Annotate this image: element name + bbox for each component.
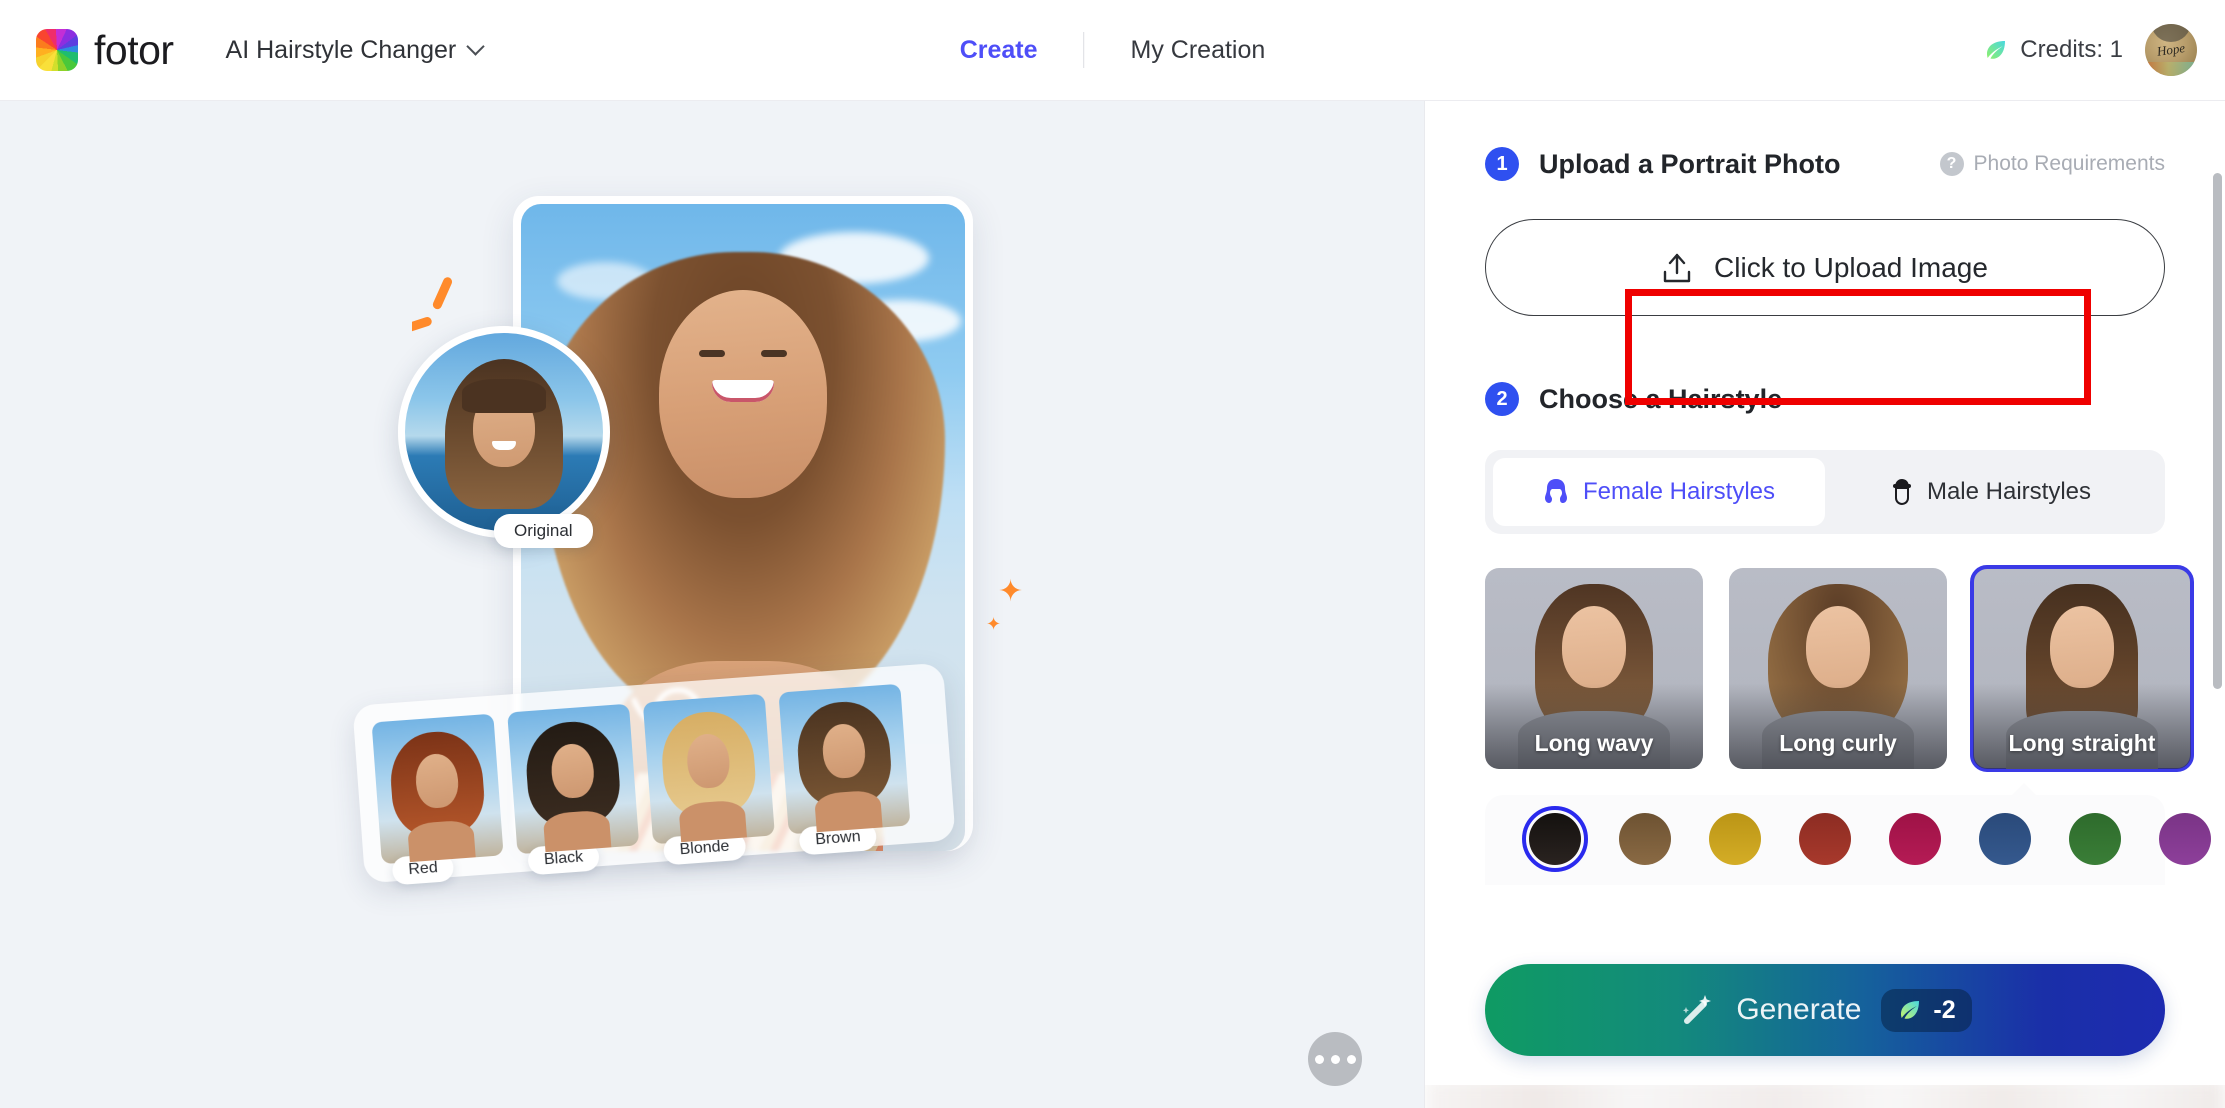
tab-female-label: Female Hairstyles (1582, 478, 1776, 505)
canvas-area: Original ✦ ✦ Red Black Blonde Brown (0, 101, 1424, 1108)
promo-color-item: Blonde (642, 693, 775, 866)
hair-color-purple[interactable] (2159, 813, 2211, 865)
hair-color-green[interactable] (2069, 813, 2121, 865)
step-2-badge: 2 (1485, 382, 1519, 416)
hairstyle-card-list: Long wavy Long curly Long straight (1485, 565, 2194, 772)
sparkle-icon-large: ✦ (998, 575, 1024, 608)
hairstyle-card-long-curly[interactable]: Long curly (1729, 568, 1947, 769)
brand[interactable]: fotor (36, 27, 174, 74)
hairstyle-gender-tabs: Female Hairstyles Male Hairstyles (1485, 450, 2165, 534)
hairstyle-card-label: Long wavy (1534, 730, 1654, 756)
generate-label: Generate (1736, 993, 1862, 1026)
promo-color-item: Red (371, 713, 504, 886)
step-2-header: 2 Choose a Hairstyle (1485, 382, 2165, 416)
tool-name-label: AI Hairstyle Changer (225, 35, 457, 64)
fotor-pinwheel-logo-icon (36, 29, 78, 71)
male-hair-icon (1892, 479, 1911, 505)
more-options-icon (1314, 1054, 1324, 1064)
upload-image-button[interactable]: Click to Upload Image (1485, 219, 2165, 316)
step-1-title: Upload a Portrait Photo (1539, 148, 1841, 179)
original-badge: Original (494, 514, 593, 548)
promo-color-item: Brown (778, 683, 911, 856)
hair-color-gold[interactable] (1709, 813, 1761, 865)
main-nav: Create My Creation (914, 32, 1312, 68)
hairstyle-card-label: Long curly (1779, 730, 1897, 756)
user-avatar[interactable]: Hope (2145, 24, 2197, 76)
hair-color-dark-red[interactable] (1799, 813, 1851, 865)
photo-requirements-link[interactable]: ? Photo Requirements (1939, 152, 2165, 176)
leaf-credit-icon (1901, 1001, 1920, 1019)
credits-indicator[interactable]: Credits: 1 (1983, 36, 2123, 64)
nav-create[interactable]: Create (914, 36, 1084, 65)
more-options-button[interactable] (1308, 1032, 1362, 1086)
panel-scrollbar-thumb[interactable] (2213, 173, 2222, 689)
generate-cost-label: -2 (1933, 995, 1956, 1024)
original-preview-bubble (398, 326, 610, 538)
promo-color-item: Black (507, 703, 640, 876)
generate-button[interactable]: Generate -2 (1485, 964, 2165, 1056)
tab-male-hairstyles[interactable]: Male Hairstyles (1825, 458, 2157, 526)
credits-label: Credits: 1 (2020, 36, 2123, 63)
top-header: fotor AI Hairstyle Changer Create My Cre… (0, 0, 2225, 101)
hairstyle-card-long-straight[interactable]: Long straight (1970, 565, 2194, 772)
step-1-badge: 1 (1485, 147, 1519, 181)
tab-male-label: Male Hairstyles (1926, 478, 2092, 505)
tool-selector[interactable]: AI Hairstyle Changer (226, 36, 485, 65)
question-mark-icon: ? (1939, 152, 1964, 176)
magic-wand-icon (1683, 995, 1712, 1024)
brand-name: fotor (94, 26, 174, 73)
hairstyle-card-long-wavy[interactable]: Long wavy (1485, 568, 1703, 769)
upload-button-label: Click to Upload Image (1714, 251, 1988, 283)
female-hair-icon (1544, 479, 1567, 503)
hair-color-black[interactable] (1522, 806, 1588, 872)
sparkle-icon-small: ✦ (986, 614, 1002, 634)
avatar-caption: Hope (2155, 40, 2186, 59)
hair-color-magenta[interactable] (1889, 813, 1941, 865)
step-2-title: Choose a Hairstyle (1539, 383, 1783, 414)
right-control-panel: 1 Upload a Portrait Photo ? Photo Requir… (1424, 101, 2225, 1108)
nav-my-creation[interactable]: My Creation (1085, 36, 1312, 65)
panel-scrollbar-track[interactable] (2212, 155, 2222, 1108)
hair-color-brown[interactable] (1619, 813, 1671, 865)
photo-requirements-label: Photo Requirements (1973, 152, 2165, 175)
header-right: Credits: 1 Hope (1983, 24, 2197, 76)
hairstyle-card-label: Long straight (2008, 730, 2156, 756)
spark-lines-icon (412, 277, 453, 332)
chevron-down-icon (469, 40, 484, 55)
hair-color-navy[interactable] (1979, 813, 2031, 865)
app-root: fotor AI Hairstyle Changer Create My Cre… (0, 0, 2225, 1108)
generate-cost-badge: -2 (1881, 988, 1972, 1032)
promo-color-strip: Red Black Blonde Brown (352, 662, 956, 886)
leaf-credit-icon (1987, 41, 2006, 59)
tab-female-hairstyles[interactable]: Female Hairstyles (1493, 458, 1825, 526)
hair-color-swatch-row (1485, 783, 2211, 885)
promo-illustration: Original ✦ ✦ Red Black Blonde Brown (352, 196, 1038, 886)
upload-icon (1662, 252, 1692, 284)
step-1-header: 1 Upload a Portrait Photo ? Photo Requir… (1485, 147, 2165, 181)
